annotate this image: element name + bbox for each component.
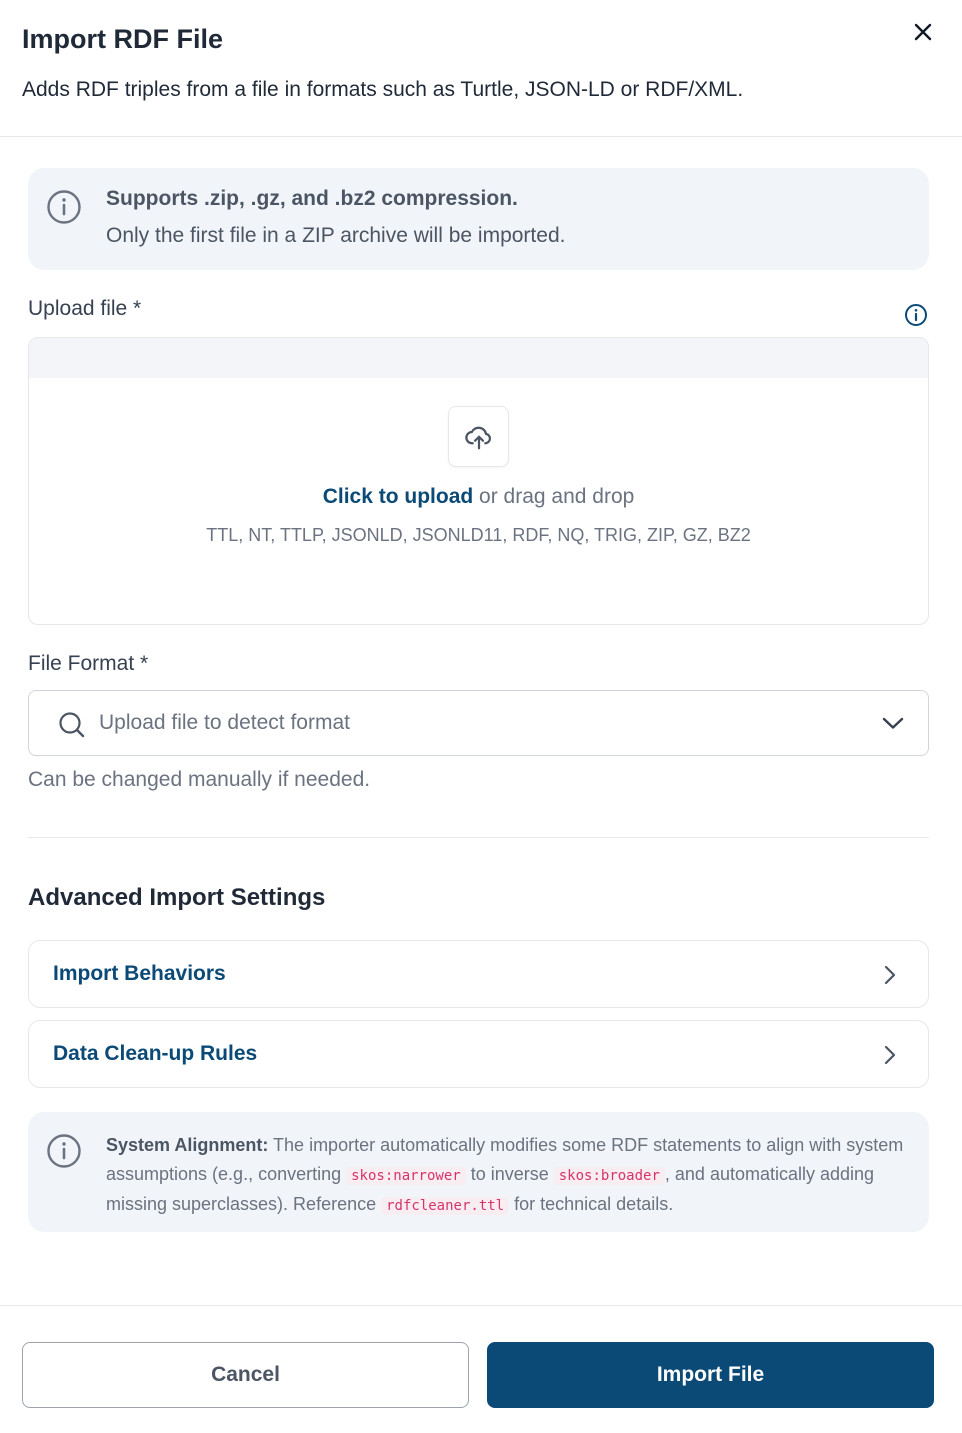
dialog-subtitle: Adds RDF triples from a file in formats … [22,78,744,101]
compression-info-title: Supports .zip, .gz, and .bz2 compression… [106,187,518,210]
info-icon [47,1134,81,1168]
file-format-label: File Format * [28,652,149,675]
dropzone-header-strip [29,338,928,378]
compression-info-text: Only the first file in a ZIP archive wil… [106,224,566,247]
section-divider [28,837,929,838]
search-icon [59,712,85,738]
system-alignment-text-4: for technical details. [509,1194,674,1214]
close-icon [914,23,932,41]
dialog-header: Import RDF File Adds RDF triples from a … [0,0,962,137]
file-format-placeholder: Upload file to detect format [99,711,350,734]
compression-info-box [28,168,929,270]
accordion-label: Data Clean-up Rules [53,1042,258,1065]
footer-divider [0,1305,962,1306]
file-format-hint: Can be changed manually if needed. [28,768,371,791]
close-button[interactable] [908,17,938,47]
data-cleanup-rules-accordion[interactable]: Data Clean-up Rules [28,1020,929,1088]
drag-drop-text: or drag and drop [473,485,635,508]
code-skos-narrower: skos:narrower [346,1166,466,1185]
file-format-select[interactable]: Upload file to detect format [28,690,929,756]
click-to-upload-link[interactable]: Click to upload [323,485,474,508]
chevron-down-icon [882,717,904,729]
code-rdfcleaner: rdfcleaner.ttl [381,1197,510,1215]
upload-icon-container[interactable] [448,406,509,467]
chevron-right-icon [884,1045,896,1065]
info-icon [47,190,81,224]
system-alignment-text-2: to inverse [465,1163,554,1184]
accordion-label: Import Behaviors [53,962,226,985]
upload-instruction: Click to upload or drag and drop [29,485,928,509]
import-behaviors-accordion[interactable]: Import Behaviors [28,940,929,1008]
system-alignment-label: System Alignment: [106,1135,269,1155]
info-icon[interactable] [904,303,928,327]
file-dropzone[interactable]: Click to upload or drag and drop TTL, NT… [28,337,929,625]
supported-formats: TTL, NT, TTLP, JSONLD, JSONLD11, RDF, NQ… [206,525,751,545]
upload-file-label: Upload file * [28,297,142,320]
code-skos-broader: skos:broader [553,1166,665,1185]
import-file-button[interactable]: Import File [487,1342,934,1408]
upload-cloud-icon [464,426,491,449]
system-alignment-text: System Alignment: The importer automatic… [106,1131,906,1221]
chevron-right-icon [884,965,896,985]
advanced-settings-title: Advanced Import Settings [28,884,326,911]
cancel-button[interactable]: Cancel [22,1342,469,1408]
dialog-title: Import RDF File [22,24,223,54]
